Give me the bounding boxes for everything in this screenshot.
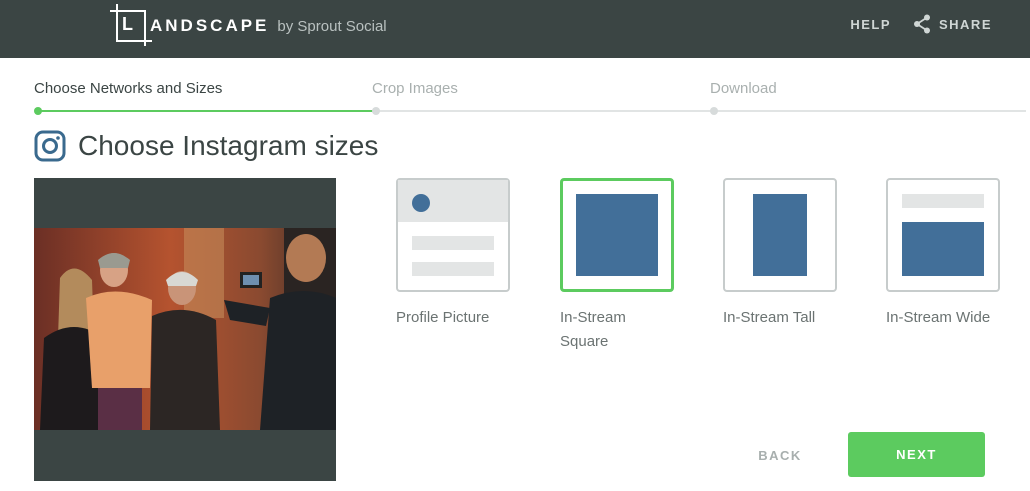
section-heading: Choose Instagram sizes — [34, 130, 378, 162]
progress-steps: Choose Networks and Sizes Crop Images Do… — [34, 80, 1026, 120]
option-profile-picture[interactable]: Profile Picture — [396, 178, 510, 330]
step-download[interactable]: Download — [710, 80, 777, 97]
back-button[interactable]: BACK — [740, 433, 820, 477]
share-button[interactable]: SHARE — [913, 14, 992, 34]
top-bar: L ANDSCAPE by Sprout Social HELP SHARE — [0, 0, 1030, 58]
logo-letter: L — [122, 14, 134, 34]
step-dot-2 — [372, 107, 380, 115]
profile-picture-layout-icon — [396, 178, 510, 292]
page-title: Choose Instagram sizes — [78, 130, 379, 161]
logo-wordmark: ANDSCAPE — [150, 16, 270, 35]
uploaded-photo — [34, 228, 336, 430]
option-label: Profile Picture — [396, 309, 490, 326]
wide-layout-icon — [886, 178, 1000, 292]
option-in-stream-square[interactable]: In-Stream Square — [560, 178, 674, 354]
option-in-stream-tall[interactable]: In-Stream Tall — [723, 178, 837, 330]
step-choose-networks[interactable]: Choose Networks and Sizes — [34, 80, 222, 97]
step-dot-1 — [34, 107, 42, 115]
step-progress-remaining — [376, 110, 1026, 112]
step-dot-3 — [710, 107, 718, 115]
option-in-stream-wide[interactable]: In-Stream Wide — [886, 178, 1000, 330]
crop-logo-icon: L — [110, 4, 152, 46]
option-label: In-Stream Tall — [723, 309, 816, 326]
help-link[interactable]: HELP — [850, 17, 891, 32]
tall-layout-icon — [723, 178, 837, 292]
square-layout-icon — [560, 178, 674, 292]
step-progress-complete — [38, 110, 376, 112]
landscape-logo[interactable]: L ANDSCAPE by Sprout Social — [110, 4, 387, 46]
image-preview — [34, 178, 336, 481]
logo-byline: by Sprout Social — [277, 17, 387, 35]
next-button[interactable]: NEXT — [848, 432, 985, 477]
share-icon — [913, 14, 930, 34]
instagram-icon — [34, 130, 66, 162]
share-label: SHARE — [938, 16, 992, 32]
step-crop-images[interactable]: Crop Images — [372, 80, 458, 97]
option-label: In-Stream Square — [560, 309, 626, 350]
option-label: In-Stream Wide — [886, 309, 991, 326]
